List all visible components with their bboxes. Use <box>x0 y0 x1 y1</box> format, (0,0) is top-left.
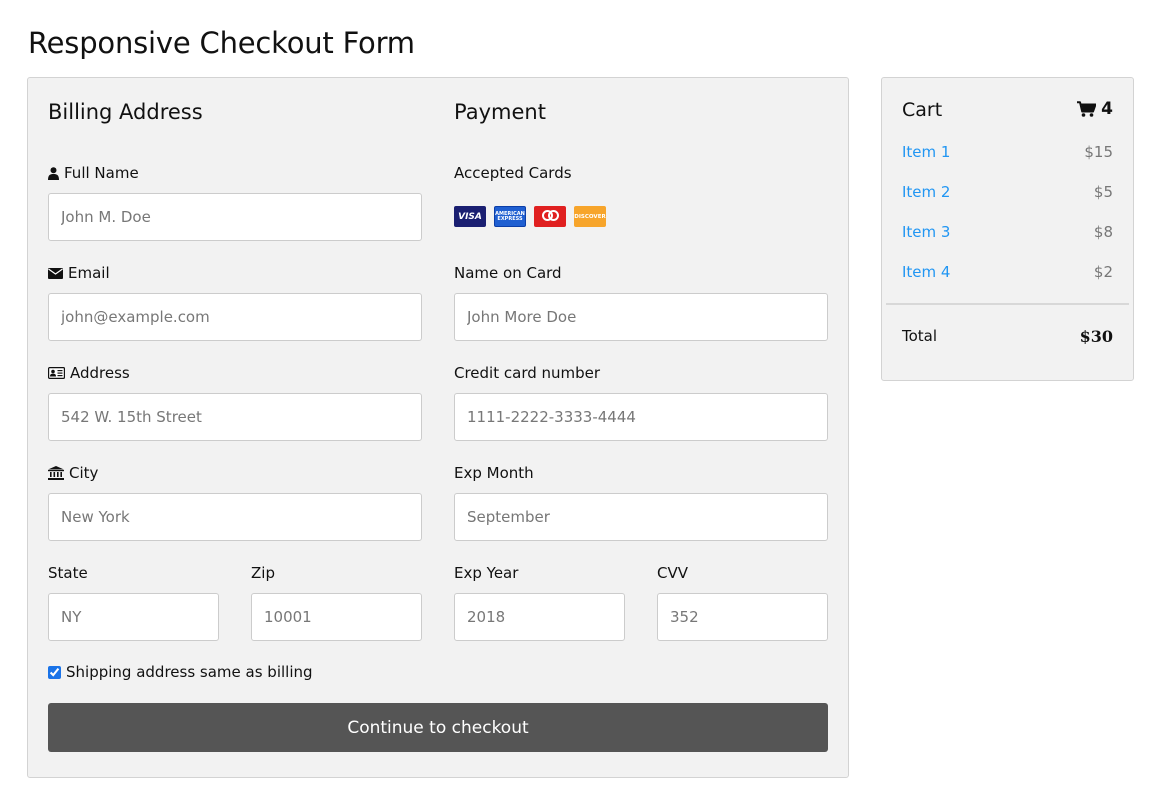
shipping-same-row[interactable]: Shipping address same as billing <box>48 663 313 681</box>
cart-item: Item 4 $2 <box>902 263 1113 285</box>
institution-icon <box>48 466 64 480</box>
cart-panel: Cart 4 Item 1 $15 Item 2 $5 Item 3 $8 It… <box>881 77 1134 381</box>
cart-item-price: $8 <box>1093 223 1113 241</box>
address-input[interactable] <box>48 393 422 441</box>
email-input[interactable] <box>48 293 422 341</box>
exp-year-input[interactable] <box>454 593 625 641</box>
cart-total-row: Total $30 <box>902 327 1113 346</box>
shopping-cart-icon <box>1077 101 1097 117</box>
billing-heading: Billing Address <box>48 100 203 124</box>
shipping-same-label: Shipping address same as billing <box>66 663 313 681</box>
city-label-text: City <box>69 464 99 482</box>
cart-item-price: $2 <box>1093 263 1113 281</box>
full-name-input[interactable] <box>48 193 422 241</box>
cart-item: Item 1 $15 <box>902 143 1113 165</box>
full-name-label-text: Full Name <box>64 164 139 182</box>
cart-count: 4 <box>1077 99 1113 119</box>
name-on-card-input[interactable] <box>454 293 828 341</box>
envelope-icon <box>48 267 63 279</box>
state-input[interactable] <box>48 593 219 641</box>
card-number-input[interactable] <box>454 393 828 441</box>
exp-month-input[interactable] <box>454 493 828 541</box>
checkout-form-panel: Billing Address Full Name Email Address <box>27 77 849 778</box>
cvv-label: CVV <box>657 564 688 582</box>
cart-item-price: $5 <box>1093 183 1113 201</box>
city-input[interactable] <box>48 493 422 541</box>
zip-label: Zip <box>251 564 275 582</box>
accepted-cards-label: Accepted Cards <box>454 164 572 182</box>
amex-card-text: AMERICAN EXPRESS <box>495 210 525 222</box>
visa-card-icon: VISA <box>454 206 486 227</box>
cart-item-price: $15 <box>1084 143 1113 161</box>
state-label: State <box>48 564 88 582</box>
cart-item: Item 2 $5 <box>902 183 1113 205</box>
exp-month-label: Exp Month <box>454 464 534 482</box>
cart-item-link[interactable]: Item 4 <box>902 263 950 281</box>
discover-card-icon: DISCOVER <box>574 206 606 227</box>
payment-heading: Payment <box>454 100 546 124</box>
email-label-text: Email <box>68 264 110 282</box>
city-label: City <box>48 464 98 482</box>
full-name-label: Full Name <box>48 164 139 182</box>
cart-total-value: $30 <box>1079 327 1113 346</box>
cart-title: Cart <box>902 99 943 121</box>
shipping-same-checkbox[interactable] <box>48 665 61 679</box>
user-icon <box>48 166 59 180</box>
cart-count-value: 4 <box>1101 99 1113 119</box>
cart-item-link[interactable]: Item 2 <box>902 183 950 201</box>
address-label: Address <box>48 364 130 382</box>
exp-year-label: Exp Year <box>454 564 519 582</box>
cart-item-link[interactable]: Item 3 <box>902 223 950 241</box>
address-label-text: Address <box>70 364 130 382</box>
zip-input[interactable] <box>251 593 422 641</box>
email-label: Email <box>48 264 110 282</box>
card-number-label: Credit card number <box>454 364 601 382</box>
mastercard-card-icon <box>534 206 566 227</box>
continue-to-checkout-button[interactable]: Continue to checkout <box>48 703 828 752</box>
amex-card-icon: AMERICAN EXPRESS <box>494 206 526 227</box>
cart-divider <box>886 303 1129 305</box>
address-card-icon <box>48 367 65 379</box>
name-on-card-label: Name on Card <box>454 264 562 282</box>
cvv-input[interactable] <box>657 593 828 641</box>
cart-item: Item 3 $8 <box>902 223 1113 245</box>
accepted-cards: VISA AMERICAN EXPRESS DISCOVER <box>454 206 606 227</box>
page-title: Responsive Checkout Form <box>28 26 415 60</box>
cart-item-link[interactable]: Item 1 <box>902 143 950 161</box>
cart-total-label: Total <box>902 327 938 345</box>
